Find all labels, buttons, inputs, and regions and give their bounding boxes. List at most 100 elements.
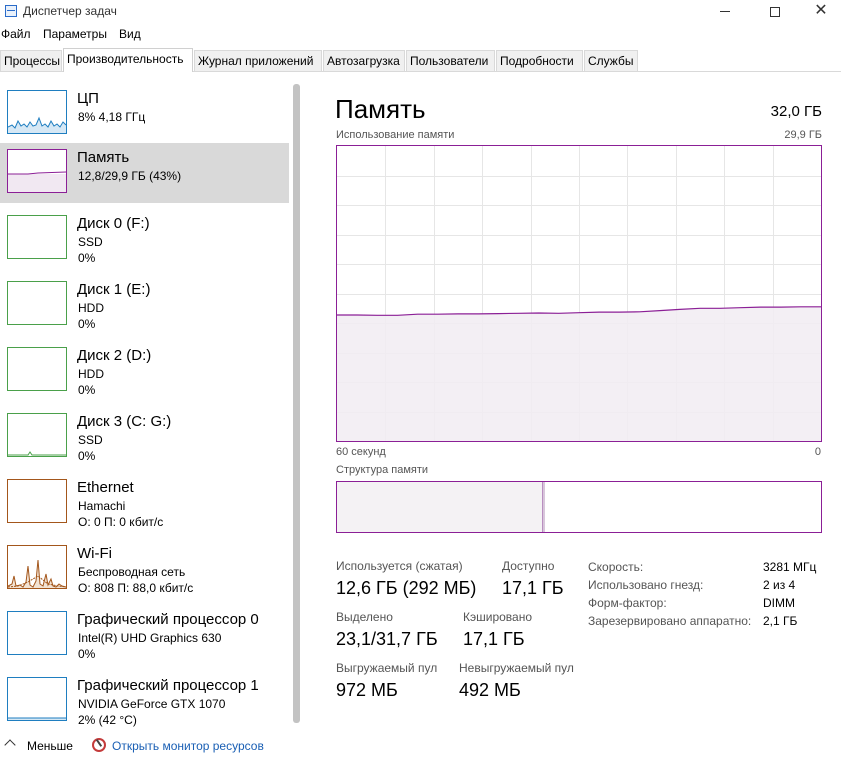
- sidebar-item-gpu-0[interactable]: Графический процессор 0 Intel(R) UHD Gra…: [0, 605, 289, 665]
- sidebar-item-detail: 12,8/29,9 ГБ (43%): [78, 169, 182, 183]
- gpu-thumbnail-graph: [7, 611, 67, 655]
- tab-processes[interactable]: Процессы: [0, 50, 62, 71]
- sidebar-item-name: Графический процессор 1: [77, 677, 259, 694]
- sidebar-item-wifi[interactable]: Wi-Fi Беспроводная сеть О: 808 П: 88,0 к…: [0, 539, 289, 599]
- form-factor-label: Форм-фактор:: [588, 596, 667, 610]
- tab-app-history[interactable]: Журнал приложений: [194, 50, 322, 71]
- maximize-icon: [770, 6, 780, 17]
- sidebar-item-detail-2: 0%: [78, 317, 96, 331]
- menu-file[interactable]: Файл: [1, 27, 31, 41]
- hardware-reserved-value: 2,1 ГБ: [763, 614, 798, 628]
- tab-bar: Процессы Производительность Журнал прило…: [0, 48, 841, 72]
- nonpaged-pool-label: Невыгружаемый пул: [459, 661, 574, 675]
- tab-performance[interactable]: Производительность: [63, 48, 193, 72]
- nonpaged-pool-value: 492 МБ: [459, 680, 521, 700]
- committed-value: 23,1/31,7 ГБ: [336, 629, 438, 649]
- network-thumbnail-graph: [7, 545, 67, 589]
- in-use-label: Используется (сжатая): [336, 559, 463, 573]
- disk-thumbnail-graph: [7, 347, 67, 391]
- speed-value: 3281 МГц: [763, 560, 817, 574]
- memory-composition-modified: [543, 482, 545, 532]
- sidebar-item-memory[interactable]: Память 12,8/29,9 ГБ (43%): [0, 143, 289, 203]
- graph-max-label: 29,9 ГБ: [784, 129, 822, 141]
- sidebar-item-detail: HDD: [78, 301, 104, 315]
- cached-value: 17,1 ГБ: [463, 629, 525, 649]
- sidebar-item-detail: SSD: [78, 235, 103, 249]
- tab-services[interactable]: Службы: [584, 50, 638, 71]
- sidebar-item-detail-2: 0%: [78, 647, 96, 661]
- in-use-value: 12,6 ГБ (292 МБ): [336, 578, 477, 598]
- sidebar-item-detail-2: 0%: [78, 449, 96, 463]
- task-manager-icon: [5, 5, 17, 17]
- sidebar-item-disk-2[interactable]: Диск 2 (D:) HDD 0%: [0, 341, 289, 401]
- sidebar-item-name: Wi-Fi: [77, 545, 112, 562]
- minimize-button[interactable]: [702, 0, 748, 22]
- close-button[interactable]: ✕: [798, 0, 841, 22]
- maximize-button[interactable]: [752, 0, 798, 22]
- memory-composition-label: Структура памяти: [336, 464, 429, 476]
- disk-thumbnail-graph: [7, 413, 67, 457]
- sidebar-item-name: Диск 1 (E:): [77, 281, 151, 298]
- disk-thumbnail-graph: [7, 215, 67, 259]
- sidebar-item-name: Графический процессор 0: [77, 611, 259, 628]
- sidebar-item-detail-2: 0%: [78, 251, 96, 265]
- menu-view[interactable]: Вид: [119, 27, 141, 41]
- sidebar-item-name: Память: [77, 149, 130, 166]
- network-thumbnail-graph: [7, 479, 67, 523]
- sidebar-item-detail: Hamachi: [78, 499, 126, 513]
- graph-axis-right: 0: [814, 446, 821, 458]
- paged-pool-value: 972 МБ: [336, 680, 398, 700]
- memory-total: 32,0 ГБ: [770, 103, 822, 120]
- tab-users[interactable]: Пользователи: [406, 50, 495, 71]
- slots-used-value: 2 из 4: [763, 578, 796, 592]
- close-icon: ✕: [814, 2, 828, 19]
- title-bar: Диспетчер задач ✕: [0, 0, 841, 24]
- sidebar-item-name: Диск 3 (C: G:): [77, 413, 172, 430]
- disk-thumbnail-graph: [7, 281, 67, 325]
- memory-usage-graph: [336, 145, 822, 442]
- sidebar-item-detail: Intel(R) UHD Graphics 630: [78, 631, 222, 645]
- slots-used-label: Использовано гнезд:: [588, 578, 704, 592]
- sidebar-item-disk-3[interactable]: Диск 3 (C: G:) SSD 0%: [0, 407, 289, 467]
- sidebar-item-detail: NVIDIA GeForce GTX 1070: [78, 697, 226, 711]
- sidebar-item-detail: Беспроводная сеть: [78, 565, 186, 579]
- sidebar-scrollbar[interactable]: [293, 84, 300, 723]
- sidebar-item-detail-2: 0%: [78, 383, 96, 397]
- memory-usage-area: [337, 306, 821, 441]
- paged-pool-label: Выгружаемый пул: [336, 661, 438, 675]
- fewer-details-button[interactable]: Меньше: [27, 739, 73, 753]
- resource-monitor-icon: [92, 738, 106, 752]
- window-title: Диспетчер задач: [23, 4, 117, 18]
- graph-axis-left: 60 секунд: [336, 446, 386, 458]
- sidebar-item-detail-2: О: 0 П: 0 кбит/с: [78, 515, 164, 529]
- cpu-thumbnail-graph: [7, 90, 67, 134]
- sidebar-item-name: ЦП: [77, 90, 99, 107]
- available-label: Доступно: [502, 559, 555, 573]
- minimize-icon: [720, 11, 730, 13]
- sidebar-item-gpu-1[interactable]: Графический процессор 1 NVIDIA GeForce G…: [0, 671, 289, 731]
- sidebar-item-ethernet[interactable]: Ethernet Hamachi О: 0 П: 0 кбит/с: [0, 473, 289, 533]
- cached-label: Кэшировано: [463, 610, 533, 624]
- gpu-thumbnail-graph: [7, 677, 67, 721]
- chevron-up-icon[interactable]: [4, 739, 16, 751]
- sidebar-item-detail: 8% 4,18 ГГц: [78, 110, 146, 124]
- sidebar-item-disk-1[interactable]: Диск 1 (E:) HDD 0%: [0, 275, 289, 335]
- sidebar-item-detail-2: О: 808 П: 88,0 кбит/с: [78, 581, 194, 595]
- sidebar-item-name: Ethernet: [77, 479, 134, 496]
- tab-details[interactable]: Подробности: [496, 50, 583, 71]
- tab-startup[interactable]: Автозагрузка: [323, 50, 405, 71]
- menu-options[interactable]: Параметры: [43, 27, 107, 41]
- hardware-reserved-label: Зарезервировано аппаратно:: [588, 614, 752, 628]
- footer-bar: Меньше Открыть монитор ресурсов: [0, 735, 841, 759]
- available-value: 17,1 ГБ: [502, 578, 564, 598]
- page-title: Память: [335, 94, 426, 124]
- sidebar-item-name: Диск 0 (F:): [77, 215, 150, 232]
- sidebar-item-detail-2: 2% (42 °C): [78, 713, 137, 727]
- resource-sidebar: ЦП 8% 4,18 ГГц Память 12,8/29,9 ГБ (43%)…: [0, 84, 292, 727]
- committed-label: Выделено: [336, 610, 393, 624]
- open-resource-monitor-link[interactable]: Открыть монитор ресурсов: [112, 739, 264, 753]
- sidebar-item-disk-0[interactable]: Диск 0 (F:) SSD 0%: [0, 209, 289, 269]
- sidebar-item-cpu[interactable]: ЦП 8% 4,18 ГГц: [0, 84, 289, 144]
- form-factor-value: DIMM: [763, 596, 795, 610]
- sidebar-item-name: Диск 2 (D:): [77, 347, 152, 364]
